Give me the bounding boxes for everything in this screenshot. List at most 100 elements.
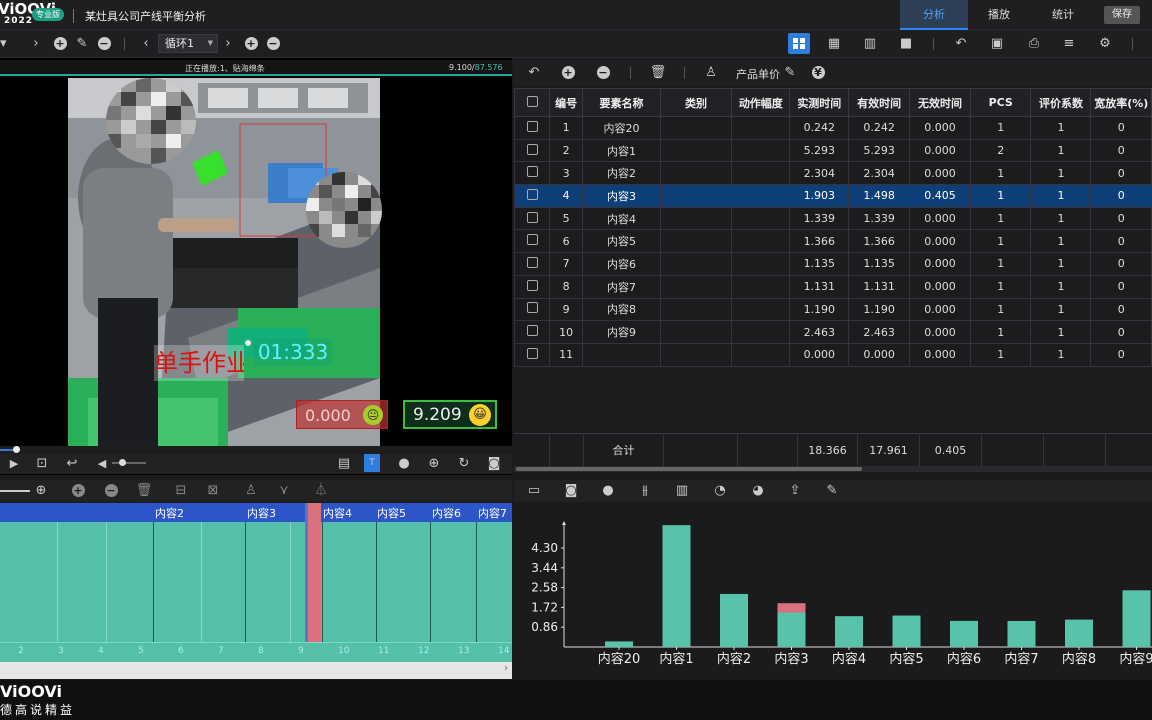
table-cell[interactable]: [659, 206, 733, 231]
table-cell[interactable]: [731, 320, 791, 344]
progress-handle[interactable]: [13, 446, 20, 453]
table-cell[interactable]: 0.000: [909, 297, 971, 322]
table-cell[interactable]: 0: [1090, 206, 1152, 231]
trash-icon[interactable]: 🗑: [134, 481, 154, 501]
chevron-right-icon[interactable]: ›: [26, 34, 46, 54]
play-icon[interactable]: ▶: [4, 454, 24, 474]
undo-icon[interactable]: ↶: [951, 34, 971, 54]
table-cell[interactable]: 0.000: [848, 342, 911, 367]
table-cell[interactable]: 1.135: [848, 252, 911, 276]
table-row[interactable]: 11 0.000 0.000 0.000 1 1 0: [514, 342, 1152, 367]
gear-icon[interactable]: ⚙: [1095, 34, 1115, 54]
checkbox-icon[interactable]: [526, 120, 538, 132]
table-cell[interactable]: 1.903: [789, 184, 850, 208]
checkbox-icon[interactable]: [526, 325, 538, 337]
table-cell[interactable]: 1: [969, 297, 1032, 322]
person-icon[interactable]: ♙: [241, 481, 261, 501]
table-cell[interactable]: 0: [1090, 138, 1152, 163]
timeline-segment-label[interactable]: 内容6: [432, 505, 461, 521]
split-icon[interactable]: ⏃: [311, 481, 331, 501]
table-cell[interactable]: 1.135: [789, 252, 850, 276]
table-cell[interactable]: 1: [1030, 116, 1092, 140]
microphone-icon[interactable]: ●: [394, 454, 414, 474]
row-checkbox[interactable]: [514, 138, 551, 163]
table-cell[interactable]: [659, 342, 733, 367]
table-cell[interactable]: [659, 161, 733, 186]
table-cell[interactable]: 0: [1090, 229, 1152, 254]
table-cell[interactable]: [659, 320, 733, 344]
checkbox-icon[interactable]: [526, 256, 538, 268]
table-cell[interactable]: [731, 206, 791, 231]
edit-icon[interactable]: ✎: [780, 63, 800, 83]
table-cell[interactable]: 0: [1090, 320, 1152, 344]
bar-chart-icon[interactable]: ▥: [672, 481, 692, 501]
table-cell[interactable]: 0.000: [909, 342, 971, 367]
timeline-segment-label[interactable]: 内容2: [155, 505, 184, 521]
table-cell[interactable]: [731, 297, 791, 322]
table-cell[interactable]: 1: [969, 184, 1032, 208]
table-cell[interactable]: 11: [549, 342, 584, 367]
table-cell[interactable]: 7: [549, 252, 584, 276]
donut-chart-icon[interactable]: ◕: [748, 481, 768, 501]
table-cell[interactable]: [659, 297, 733, 322]
text-mode-icon[interactable]: T: [364, 454, 380, 472]
checkbox-icon[interactable]: [526, 143, 538, 155]
table-cell[interactable]: 内容9: [582, 320, 661, 344]
table-cell[interactable]: 内容1: [582, 138, 661, 163]
camera-icon[interactable]: ◙: [484, 454, 504, 474]
checkbox-icon[interactable]: [526, 166, 538, 178]
remove-icon[interactable]: −: [94, 34, 114, 54]
print-icon[interactable]: ⎙: [1024, 34, 1044, 54]
table-row[interactable]: 1 内容20 0.242 0.242 0.000 1 1 0: [514, 116, 1152, 140]
checkbox-icon[interactable]: [526, 211, 538, 223]
table-cell[interactable]: 0.000: [909, 161, 971, 186]
table-row[interactable]: 10 内容9 2.463 2.463 0.000 1 1 0: [514, 320, 1152, 344]
layout-2x2-icon[interactable]: ▦: [824, 34, 844, 54]
remove-segment-icon[interactable]: −: [101, 481, 121, 501]
table-cell[interactable]: [731, 161, 791, 186]
table-cell[interactable]: 0: [1090, 297, 1152, 322]
table-cell[interactable]: 0: [1090, 116, 1152, 140]
table-cell[interactable]: [731, 252, 791, 276]
timeline-scrollbar[interactable]: ›: [0, 662, 512, 679]
zoom-slider[interactable]: [0, 490, 30, 492]
table-cell[interactable]: 1.190: [848, 297, 911, 322]
chevron-down-icon[interactable]: ▾: [0, 34, 12, 54]
table-cell[interactable]: [659, 138, 733, 163]
table-cell[interactable]: 1.131: [848, 274, 911, 299]
zoom-in-icon[interactable]: ⊕: [31, 481, 51, 501]
add-loop-icon[interactable]: +: [241, 34, 261, 54]
video-progress-bar[interactable]: [0, 446, 512, 454]
table-cell[interactable]: 5: [549, 206, 584, 231]
back-icon[interactable]: ↩: [62, 454, 82, 474]
row-checkbox[interactable]: [514, 206, 551, 231]
table-row[interactable]: 7 内容6 1.135 1.135 0.000 1 1 0: [514, 252, 1152, 276]
table-cell[interactable]: 1: [1030, 320, 1092, 344]
table-cell[interactable]: [659, 252, 733, 276]
chevron-left-icon[interactable]: ‹: [136, 34, 156, 54]
document-icon[interactable]: ▤: [334, 454, 354, 474]
layout-grid-icon[interactable]: [788, 33, 810, 54]
timeline-segment-label[interactable]: 内容3: [247, 505, 276, 521]
volume-icon[interactable]: ◀: [92, 454, 112, 474]
table-cell[interactable]: 2: [969, 138, 1032, 163]
table-cell[interactable]: 5.293: [789, 138, 850, 163]
table-cell[interactable]: [659, 229, 733, 254]
edit-icon[interactable]: ✎: [822, 481, 842, 501]
remove-row-icon[interactable]: −: [593, 63, 613, 83]
table-cell[interactable]: 2.304: [848, 161, 911, 186]
row-checkbox[interactable]: [514, 116, 551, 140]
table-cell[interactable]: 内容6: [582, 252, 661, 276]
checkbox-icon[interactable]: [526, 347, 538, 359]
volume-slider[interactable]: [112, 462, 146, 464]
table-cell[interactable]: 1.131: [789, 274, 850, 299]
table-cell[interactable]: 6: [549, 229, 584, 254]
row-checkbox[interactable]: [514, 320, 551, 344]
table-cell[interactable]: 0.000: [909, 252, 971, 276]
remove-loop-icon[interactable]: −: [263, 34, 283, 54]
table-cell[interactable]: [659, 274, 733, 299]
table-cell[interactable]: [731, 274, 791, 299]
table-row[interactable]: 9 内容8 1.190 1.190 0.000 1 1 0: [514, 297, 1152, 322]
table-cell[interactable]: 1: [1030, 184, 1092, 208]
scroll-thumb[interactable]: [516, 467, 862, 471]
